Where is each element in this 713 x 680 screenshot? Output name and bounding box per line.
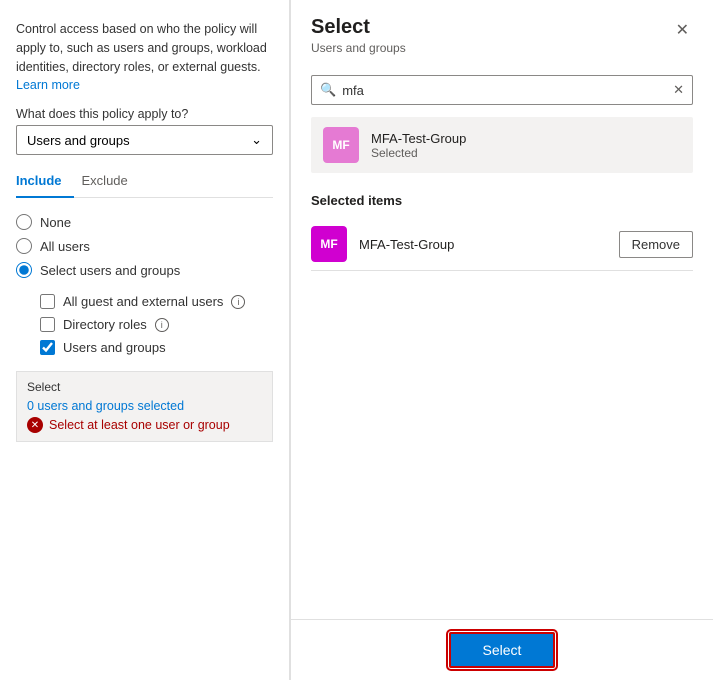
search-icon: 🔍: [320, 82, 336, 98]
select-section: Select 0 users and groups selected ✕ Sel…: [16, 371, 273, 442]
radio-select-users[interactable]: Select users and groups: [16, 262, 273, 278]
radio-none[interactable]: None: [16, 214, 273, 230]
select-section-title: Select: [27, 380, 262, 394]
radio-all-users[interactable]: All users: [16, 238, 273, 254]
policy-question: What does this policy apply to?: [16, 107, 273, 121]
dialog-subtitle: Users and groups: [311, 41, 406, 55]
search-result-item[interactable]: MF MFA-Test-Group Selected: [311, 117, 693, 173]
dialog-title: Select: [311, 16, 406, 39]
remove-button[interactable]: Remove: [619, 231, 693, 258]
checkbox-users-groups-label: Users and groups: [63, 340, 166, 355]
result-name: MFA-Test-Group: [371, 131, 466, 146]
tab-exclude[interactable]: Exclude: [82, 167, 140, 198]
selected-items-title: Selected items: [311, 193, 693, 208]
policy-dropdown[interactable]: Users and groups ⌄: [16, 125, 273, 155]
error-text: Select at least one user or group: [49, 418, 230, 432]
result-status: Selected: [371, 146, 466, 160]
checkbox-group: All guest and external users i Directory…: [40, 294, 273, 355]
radio-group: None All users Select users and groups: [16, 214, 273, 278]
selected-item-row: MF MFA-Test-Group Remove: [311, 218, 693, 271]
checkbox-directory-roles[interactable]: Directory roles i: [40, 317, 273, 332]
clear-search-icon[interactable]: ✕: [673, 82, 684, 98]
description-text: Control access based on who the policy w…: [16, 20, 273, 95]
select-button[interactable]: Select: [449, 632, 556, 668]
selected-items-section: Selected items MF MFA-Test-Group Remove: [311, 193, 693, 271]
radio-none-label: None: [40, 215, 71, 230]
dropdown-value: Users and groups: [27, 133, 130, 148]
close-button[interactable]: ✕: [672, 16, 693, 44]
dialog-body: 🔍 ✕ MF MFA-Test-Group Selected Selected …: [291, 63, 713, 619]
info-icon-guest[interactable]: i: [231, 295, 245, 309]
avatar-mf-result: MF: [323, 127, 359, 163]
radio-all-users-label: All users: [40, 239, 90, 254]
chevron-down-icon: ⌄: [251, 132, 262, 148]
tab-include[interactable]: Include: [16, 167, 74, 198]
error-message: ✕ Select at least one user or group: [27, 417, 262, 433]
left-panel: Control access based on who the policy w…: [0, 0, 290, 680]
include-exclude-tabs: Include Exclude: [16, 167, 273, 198]
dialog-footer: Select: [291, 619, 713, 680]
checkbox-guest-external[interactable]: All guest and external users i: [40, 294, 273, 309]
learn-more-link[interactable]: Learn more: [16, 78, 80, 92]
checkbox-guest-label: All guest and external users: [63, 294, 223, 309]
radio-select-users-label: Select users and groups: [40, 263, 180, 278]
search-box: 🔍 ✕: [311, 75, 693, 105]
dialog-header: Select Users and groups ✕: [291, 0, 713, 63]
info-icon-directory[interactable]: i: [155, 318, 169, 332]
dialog-title-group: Select Users and groups: [311, 16, 406, 55]
checkbox-directory-label: Directory roles: [63, 317, 147, 332]
result-text: MFA-Test-Group Selected: [371, 131, 466, 160]
checkbox-users-groups[interactable]: Users and groups: [40, 340, 273, 355]
selected-item-name: MFA-Test-Group: [359, 237, 607, 252]
avatar-mf-selected: MF: [311, 226, 347, 262]
users-groups-selected-link[interactable]: 0 users and groups selected: [27, 399, 184, 413]
select-dialog: Select Users and groups ✕ 🔍 ✕ MF MFA-Tes…: [290, 0, 713, 680]
error-icon: ✕: [27, 417, 43, 433]
search-input[interactable]: [342, 83, 667, 98]
